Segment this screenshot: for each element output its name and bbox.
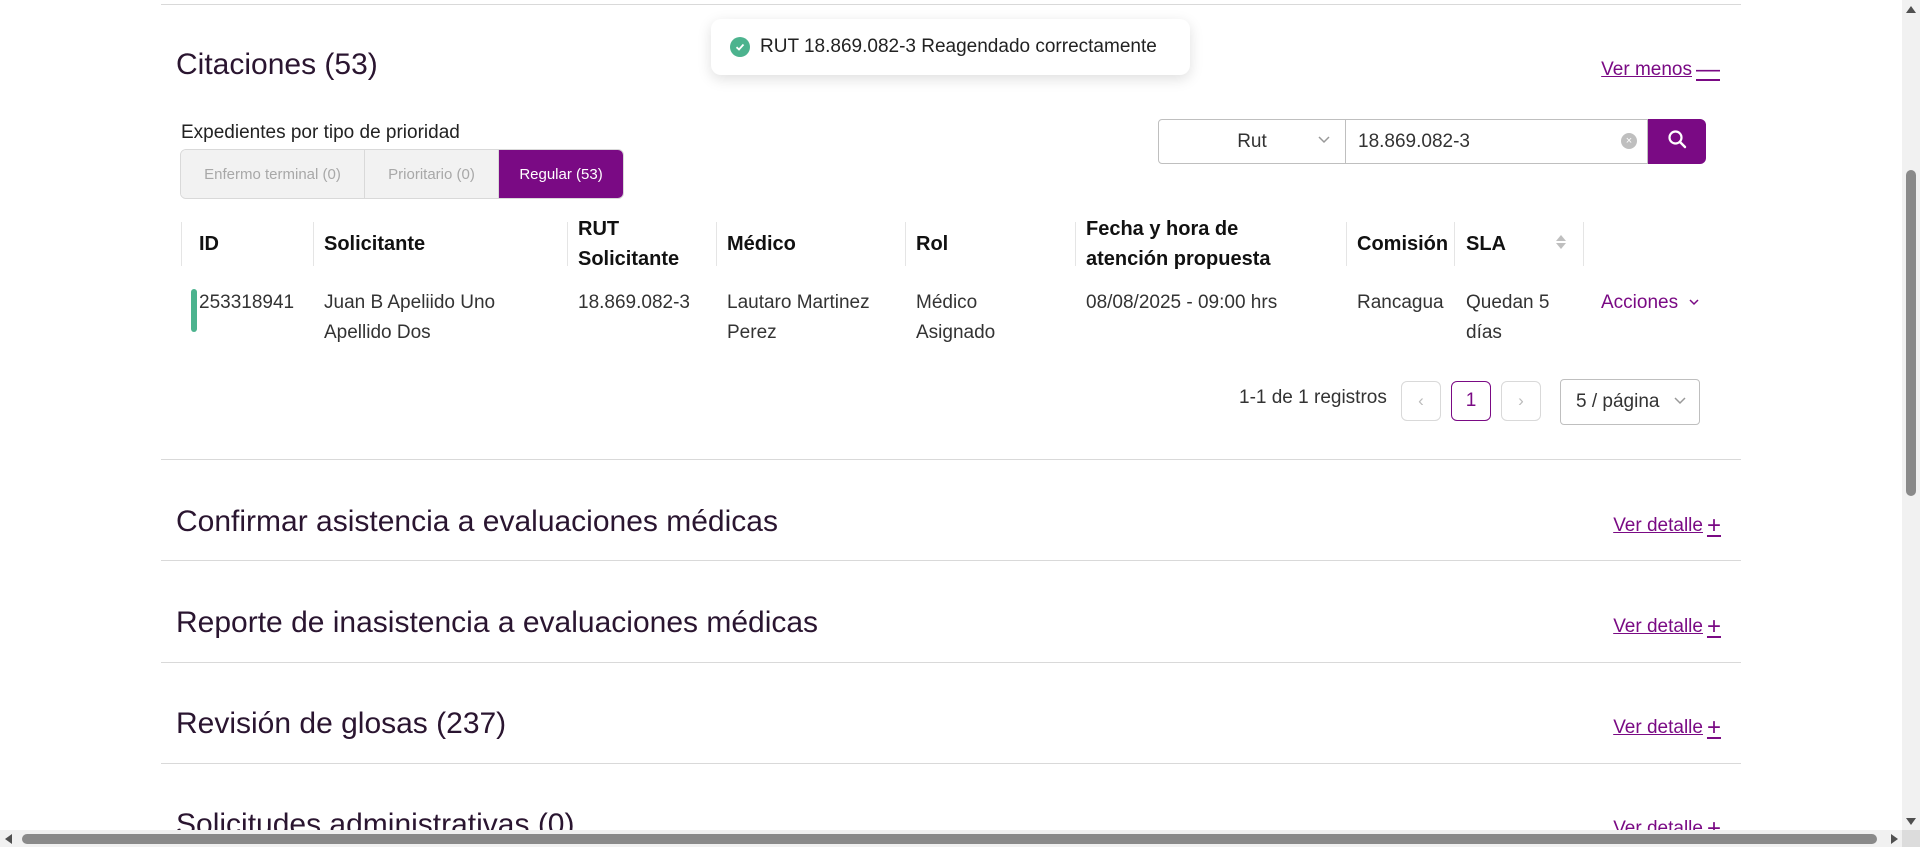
cell-sla: Quedan 5 días — [1466, 292, 1550, 343]
section-title: Reporte de inasistencia a evaluaciones m… — [176, 606, 819, 639]
ver-menos-label: Ver menos — [1601, 59, 1692, 80]
cell-fecha: 08/08/2025 - 09:00 hrs — [1086, 292, 1278, 313]
section-title-citaciones: Citaciones (53) — [176, 48, 378, 81]
tab-enfermo-terminal[interactable]: Enfermo terminal (0) — [181, 150, 365, 198]
pagination-summary: 1-1 de 1 registros — [1239, 387, 1387, 408]
search-input-value: 18.869.082-3 — [1358, 130, 1470, 152]
section-confirmar-asistencia: Confirmar asistencia a evaluaciones médi… — [161, 460, 1741, 561]
plus-icon: + — [1706, 512, 1721, 539]
acciones-label: Acciones — [1601, 292, 1679, 313]
horizontal-scroll-thumb[interactable] — [22, 834, 1877, 844]
section-solicitudes-administrativas: Solicitudes administrativas (0) Ver deta… — [161, 764, 1741, 830]
acciones-dropdown[interactable]: Acciones — [1601, 288, 1700, 318]
ver-detalle-link[interactable]: Ver detalle + — [1613, 615, 1721, 639]
search-icon — [1667, 129, 1687, 154]
section-reporte-inasistencia: Reporte de inasistencia a evaluaciones m… — [161, 561, 1741, 662]
page-1-button[interactable]: 1 — [1451, 381, 1491, 421]
search-input[interactable]: 18.869.082-3 × — [1346, 119, 1648, 164]
next-page-button[interactable]: › — [1501, 381, 1541, 421]
search-button[interactable] — [1648, 119, 1706, 164]
page-size-value: 5 / página — [1576, 391, 1660, 412]
scroll-down-icon[interactable] — [1906, 818, 1916, 825]
ver-detalle-label: Ver detalle — [1613, 717, 1703, 738]
vertical-scrollbar[interactable] — [1902, 0, 1920, 830]
search-field-select[interactable]: Rut — [1158, 119, 1346, 164]
status-indicator — [191, 289, 197, 332]
clear-icon[interactable]: × — [1621, 133, 1637, 149]
vertical-scroll-thumb[interactable] — [1906, 170, 1916, 496]
minus-icon: — — [1696, 56, 1720, 83]
main-content: Citaciones (53) Ver menos — Expedientes … — [161, 0, 1741, 830]
plus-icon: + — [1706, 613, 1721, 640]
ver-detalle-link[interactable]: Ver detalle + — [1613, 514, 1721, 538]
toast-message: RUT 18.869.082-3 Reagendado correctament… — [760, 36, 1157, 57]
page-size-select[interactable]: 5 / página — [1560, 379, 1700, 425]
section-title: Revisión de glosas (237) — [176, 707, 507, 740]
success-toast: RUT 18.869.082-3 Reagendado correctament… — [711, 19, 1190, 75]
pagination: 1-1 de 1 registros ‹ 1 › 5 / página — [161, 379, 1741, 425]
search-field-value: Rut — [1237, 130, 1267, 152]
chevron-down-icon — [1688, 288, 1700, 318]
chevron-down-icon — [1673, 393, 1687, 410]
cell-comision: Rancagua — [1357, 292, 1444, 313]
ver-detalle-link[interactable]: Ver detalle + — [1613, 815, 1721, 831]
table-row: 253318941 Juan B Apeliido Uno Apellido D… — [181, 210, 1701, 343]
tab-regular[interactable]: Regular (53) — [499, 150, 623, 198]
cell-medico: Lautaro Martinez Perez — [727, 292, 870, 343]
section-title: Solicitudes administrativas (0) — [176, 808, 575, 830]
citaciones-table: ID Solicitante RUT Solicitante Médico Ro… — [181, 210, 1701, 343]
scroll-up-icon[interactable] — [1906, 6, 1916, 13]
scrollbar-corner — [1902, 830, 1920, 847]
ver-detalle-label: Ver detalle — [1613, 515, 1703, 536]
ver-menos-link[interactable]: Ver menos — — [1601, 58, 1720, 82]
section-revision-glosas: Revisión de glosas (237) Ver detalle + — [161, 663, 1741, 764]
ver-detalle-label: Ver detalle — [1613, 818, 1703, 830]
section-title: Confirmar asistencia a evaluaciones médi… — [176, 505, 778, 538]
priority-filter: Enfermo terminal (0) Prioritario (0) Reg… — [180, 149, 624, 199]
cell-rol: Médico Asignado — [916, 292, 996, 343]
cell-solicitante: Juan B Apeliido Uno Apellido Dos — [324, 292, 496, 343]
cell-id: 253318941 — [199, 292, 295, 313]
scroll-left-icon[interactable] — [5, 834, 12, 844]
search-bar: Rut 18.869.082-3 × — [1158, 119, 1706, 164]
scroll-right-icon[interactable] — [1891, 834, 1898, 844]
cell-rut: 18.869.082-3 — [578, 292, 690, 313]
ver-detalle-link[interactable]: Ver detalle + — [1613, 716, 1721, 740]
horizontal-scrollbar[interactable] — [0, 830, 1920, 847]
plus-icon: + — [1706, 714, 1721, 741]
tab-prioritario[interactable]: Prioritario (0) — [365, 150, 499, 198]
chevron-down-icon — [1317, 132, 1331, 149]
check-circle-icon — [730, 37, 750, 57]
prev-page-button[interactable]: ‹ — [1401, 381, 1441, 421]
priority-label: Expedientes por tipo de prioridad — [181, 122, 460, 143]
plus-icon: + — [1706, 815, 1721, 831]
ver-detalle-label: Ver detalle — [1613, 616, 1703, 637]
